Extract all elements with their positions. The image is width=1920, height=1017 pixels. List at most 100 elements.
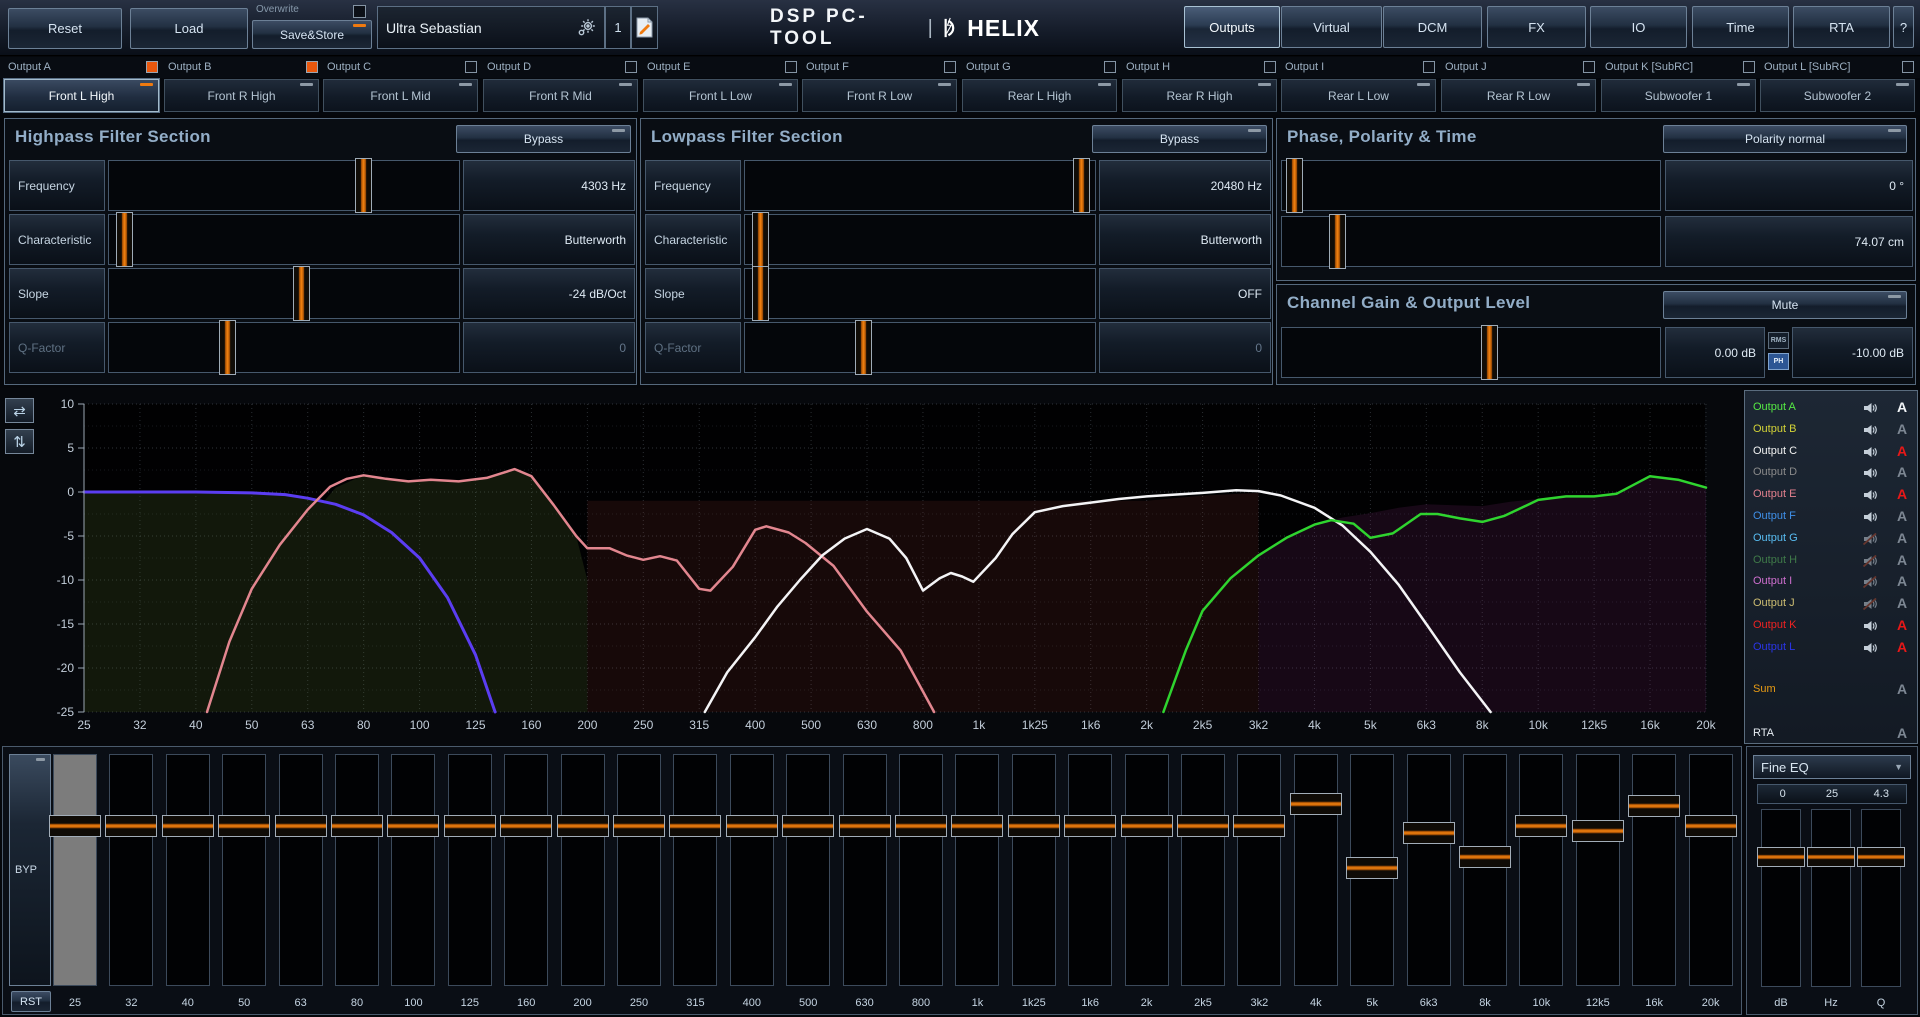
eq-band-track-16k[interactable] bbox=[1632, 754, 1676, 986]
legend-channel-label[interactable]: Output B bbox=[1753, 423, 1796, 435]
eq-band-track-2k5[interactable] bbox=[1181, 754, 1225, 986]
monitor-a-toggle[interactable]: A bbox=[1893, 552, 1911, 568]
eq-band-track-80[interactable] bbox=[335, 754, 379, 986]
monitor-a-toggle[interactable]: A bbox=[1893, 421, 1911, 437]
highpass-value[interactable]: 0 bbox=[463, 322, 635, 373]
phase-slider-handle[interactable] bbox=[1329, 214, 1346, 269]
tab-front-r-high[interactable]: Front R High bbox=[164, 79, 319, 112]
legend-channel-label[interactable]: Output K bbox=[1753, 619, 1796, 631]
eq-band-handle-2k[interactable] bbox=[1121, 815, 1173, 837]
eq-band-handle-1k[interactable] bbox=[951, 815, 1003, 837]
time-delay-value[interactable]: 74.07 cm bbox=[1665, 216, 1913, 267]
lowpass-value[interactable]: OFF bbox=[1099, 268, 1271, 319]
lowpass-slider-handle[interactable] bbox=[1073, 158, 1090, 213]
edit-preset-cell[interactable] bbox=[631, 6, 658, 49]
nav-button-rta[interactable]: RTA bbox=[1793, 6, 1890, 48]
legend-channel-label[interactable]: Output F bbox=[1753, 510, 1796, 522]
legend-channel-label[interactable]: Sum bbox=[1753, 683, 1776, 695]
legend-channel-label[interactable]: Output J bbox=[1753, 597, 1795, 609]
output-checkbox-2[interactable] bbox=[306, 61, 318, 73]
preset-name-field[interactable]: Ultra Sebastian bbox=[377, 6, 605, 49]
eq-band-track-630[interactable] bbox=[843, 754, 887, 986]
monitor-a-toggle[interactable]: A bbox=[1893, 725, 1911, 741]
fine-eq-track-db[interactable] bbox=[1761, 809, 1801, 987]
mute-button[interactable]: Mute bbox=[1663, 291, 1907, 319]
eq-band-track-20k[interactable] bbox=[1689, 754, 1733, 986]
tab-rear-r-low[interactable]: Rear R Low bbox=[1441, 79, 1596, 112]
setup-gear-icon[interactable] bbox=[576, 18, 596, 38]
eq-band-handle-100[interactable] bbox=[387, 815, 439, 837]
rms-toggle[interactable]: RMS bbox=[1768, 332, 1789, 349]
ph-toggle[interactable]: PH bbox=[1768, 353, 1789, 370]
eq-band-handle-16k[interactable] bbox=[1628, 795, 1680, 817]
eq-band-track-315[interactable] bbox=[673, 754, 717, 986]
monitor-a-toggle[interactable]: A bbox=[1893, 617, 1911, 633]
speaker-muted-icon[interactable] bbox=[1863, 532, 1877, 550]
tab-subwoofer-2[interactable]: Subwoofer 2 bbox=[1760, 79, 1915, 112]
help-button[interactable]: ? bbox=[1893, 6, 1914, 48]
save-store-button[interactable]: Save&Store bbox=[252, 20, 372, 49]
phase-angle-slider[interactable] bbox=[1281, 160, 1661, 211]
eq-band-handle-1k25[interactable] bbox=[1008, 815, 1060, 837]
legend-channel-label[interactable]: Output A bbox=[1753, 401, 1796, 413]
eq-band-track-8k[interactable] bbox=[1463, 754, 1507, 986]
eq-band-track-1k25[interactable] bbox=[1012, 754, 1056, 986]
eq-band-track-6k3[interactable] bbox=[1407, 754, 1451, 986]
fine-eq-handle-hz[interactable] bbox=[1807, 847, 1855, 867]
tab-front-l-low[interactable]: Front L Low bbox=[643, 79, 798, 112]
gain-slider[interactable] bbox=[1281, 327, 1661, 378]
legend-channel-label[interactable]: Output H bbox=[1753, 554, 1797, 566]
output-checkbox-8[interactable] bbox=[1264, 61, 1276, 73]
tab-rear-l-low[interactable]: Rear L Low bbox=[1281, 79, 1436, 112]
highpass-slider-handle[interactable] bbox=[293, 266, 310, 321]
eq-band-handle-63[interactable] bbox=[275, 815, 327, 837]
eq-band-handle-5k[interactable] bbox=[1346, 857, 1398, 879]
eq-band-track-25[interactable] bbox=[53, 754, 97, 986]
legend-channel-label[interactable]: Output I bbox=[1753, 575, 1792, 587]
fine-eq-handle-db[interactable] bbox=[1757, 847, 1805, 867]
zoom-horizontal-button[interactable]: ⇄ bbox=[5, 398, 34, 423]
highpass-slider-slope[interactable] bbox=[108, 268, 460, 319]
fine-eq-track-hz[interactable] bbox=[1811, 809, 1851, 987]
output-checkbox-3[interactable] bbox=[465, 61, 477, 73]
eq-band-handle-315[interactable] bbox=[669, 815, 721, 837]
eq-band-handle-160[interactable] bbox=[500, 815, 552, 837]
lowpass-value[interactable]: Butterworth bbox=[1099, 214, 1271, 265]
highpass-slider-frequency[interactable] bbox=[108, 160, 460, 211]
eq-band-handle-1k6[interactable] bbox=[1064, 815, 1116, 837]
eq-band-handle-800[interactable] bbox=[895, 815, 947, 837]
monitor-a-toggle[interactable]: A bbox=[1893, 639, 1911, 655]
tab-front-r-mid[interactable]: Front R Mid bbox=[483, 79, 638, 112]
monitor-a-toggle[interactable]: A bbox=[1893, 443, 1911, 459]
eq-band-track-800[interactable] bbox=[899, 754, 943, 986]
output-checkbox-4[interactable] bbox=[625, 61, 637, 73]
eq-band-track-250[interactable] bbox=[617, 754, 661, 986]
nav-button-time[interactable]: Time bbox=[1692, 6, 1789, 48]
lowpass-value[interactable]: 0 bbox=[1099, 322, 1271, 373]
tab-front-l-mid[interactable]: Front L Mid bbox=[323, 79, 478, 112]
highpass-slider-handle[interactable] bbox=[116, 212, 133, 267]
output-checkbox-12[interactable] bbox=[1902, 61, 1914, 73]
speaker-muted-icon[interactable] bbox=[1863, 575, 1877, 593]
highpass-slider-characteristic[interactable] bbox=[108, 214, 460, 265]
eq-band-handle-80[interactable] bbox=[331, 815, 383, 837]
polarity-button[interactable]: Polarity normal bbox=[1663, 125, 1907, 153]
speaker-muted-icon[interactable] bbox=[1863, 597, 1877, 615]
lowpass-slider-q-factor[interactable] bbox=[744, 322, 1096, 373]
eq-band-handle-40[interactable] bbox=[162, 815, 214, 837]
nav-button-dcm[interactable]: DCM bbox=[1383, 6, 1482, 48]
phase-angle-value[interactable]: 0 ° bbox=[1665, 160, 1913, 211]
eq-band-handle-3k2[interactable] bbox=[1233, 815, 1285, 837]
lowpass-bypass-button[interactable]: Bypass bbox=[1092, 125, 1267, 153]
eq-band-handle-400[interactable] bbox=[726, 815, 778, 837]
highpass-value[interactable]: 4303 Hz bbox=[463, 160, 635, 211]
lowpass-slider-handle[interactable] bbox=[752, 266, 769, 321]
speaker-icon[interactable] bbox=[1863, 423, 1877, 441]
load-button[interactable]: Load bbox=[130, 8, 248, 49]
tab-front-r-low[interactable]: Front R Low bbox=[802, 79, 957, 112]
legend-channel-label[interactable]: Output L bbox=[1753, 641, 1795, 653]
eq-band-handle-125[interactable] bbox=[444, 815, 496, 837]
reset-button[interactable]: Reset bbox=[8, 8, 122, 49]
eq-band-handle-25[interactable] bbox=[49, 815, 101, 837]
eq-band-handle-4k[interactable] bbox=[1290, 793, 1342, 815]
